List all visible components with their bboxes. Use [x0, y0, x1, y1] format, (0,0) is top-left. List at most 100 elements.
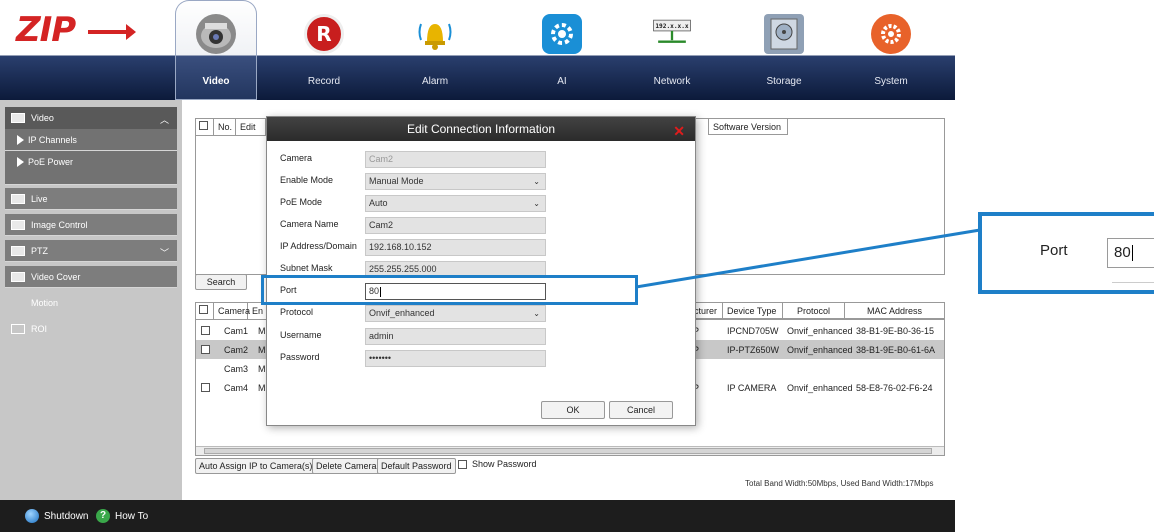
- field-label: Enable Mode: [280, 175, 334, 185]
- horizontal-scrollbar[interactable]: [196, 446, 944, 455]
- scrollbar-thumb[interactable]: [204, 448, 932, 454]
- nav-alarm[interactable]: Alarm: [394, 0, 476, 100]
- help-icon: ?: [96, 509, 110, 523]
- select-all-checkbox[interactable]: [199, 121, 208, 130]
- sidebar-item-label: Live: [31, 193, 48, 204]
- sidebar-item-label: PoE Power: [28, 157, 74, 167]
- nav-ai[interactable]: AI: [521, 0, 603, 100]
- zoom-port-input: 80: [1107, 238, 1154, 268]
- shutdown-button[interactable]: Shutdown: [25, 509, 88, 523]
- zip-logo: ZIP: [10, 8, 136, 52]
- sidebar-item-video-cover[interactable]: Video Cover: [5, 266, 177, 288]
- zoom-port-value: 80: [1114, 244, 1131, 261]
- cell-camera: Cam3: [224, 363, 249, 374]
- ai-head-icon: [542, 14, 582, 54]
- hard-drive-icon: [764, 14, 804, 54]
- cancel-button[interactable]: Cancel: [609, 401, 673, 419]
- nav-label: Alarm: [421, 76, 449, 87]
- nav-storage[interactable]: Storage: [743, 0, 825, 100]
- sidebar-header-label: Video: [31, 113, 54, 123]
- camera-icon: [196, 14, 236, 54]
- svg-text:192.x.x.x: 192.x.x.x: [655, 23, 689, 30]
- camera-name-input[interactable]: Cam2: [365, 217, 546, 234]
- zoom-port-label: Port: [1040, 242, 1068, 259]
- text-caret: [1131, 245, 1133, 262]
- field-value: Manual Mode: [369, 176, 424, 186]
- dialog-title-bar: Edit Connection Information ✕: [267, 117, 695, 141]
- sidebar-item-live[interactable]: Live: [5, 188, 177, 210]
- bandwidth-status: Total Band Width:50Mbps, Used Band Width…: [745, 479, 934, 488]
- column-header-no: No.: [214, 119, 236, 135]
- row-checkbox[interactable]: [201, 326, 210, 335]
- field-label: PoE Mode: [280, 197, 323, 207]
- nav-label: Video: [202, 76, 230, 87]
- auto-assign-ip-button[interactable]: Auto Assign IP to Camera(s): [195, 458, 317, 474]
- nav-label: System: [874, 76, 908, 87]
- sidebar-item-ptz[interactable]: PTZ ﹀: [5, 240, 177, 262]
- roi-icon: [11, 324, 25, 334]
- chevron-down-icon: ⌄: [533, 309, 540, 318]
- edit-connection-dialog: Edit Connection Information ✕ Camera Cam…: [266, 116, 696, 426]
- nav-record[interactable]: R Record: [283, 0, 365, 100]
- callout-connector: [636, 228, 981, 289]
- nav-label: Record: [307, 76, 341, 87]
- sidebar-item-label: PTZ: [31, 245, 48, 256]
- nav-system[interactable]: System: [850, 0, 932, 100]
- arrow-right-icon: [17, 134, 24, 145]
- sidebar-item-image-control[interactable]: Image Control: [5, 214, 177, 236]
- main-nav: Video R Record Alarm AI 192.x.x.x Networ…: [175, 0, 955, 100]
- protocol-select[interactable]: Onvif_enhanced ⌄: [365, 305, 546, 322]
- cell-mac: 38-B1-9E-B0-61-6A: [856, 344, 936, 355]
- field-value: Onvif_enhanced: [369, 308, 435, 318]
- sidebar-item-label: IP Channels: [28, 134, 77, 145]
- cell-protocol: Onvif_enhanced: [787, 325, 853, 336]
- sidebar-item-roi[interactable]: ROI: [5, 318, 177, 340]
- field-label: Password: [280, 352, 320, 362]
- column-header-enable: En: [248, 303, 268, 319]
- row-checkbox[interactable]: [201, 345, 210, 354]
- how-to-button[interactable]: ? How To: [96, 509, 148, 523]
- sidebar-item-ip-channels[interactable]: IP Channels: [5, 129, 177, 151]
- ok-button[interactable]: OK: [541, 401, 605, 419]
- delete-camera-button[interactable]: Delete Camera: [312, 458, 381, 474]
- cell-enable: M: [258, 363, 266, 374]
- chevron-down-icon: ﹀: [159, 248, 169, 258]
- sidebar-item-poe-power[interactable]: PoE Power: [5, 151, 177, 185]
- field-label: Protocol: [280, 307, 314, 317]
- password-input[interactable]: •••••••: [365, 350, 546, 367]
- chevron-up-icon: ︿: [159, 115, 169, 125]
- top-header: ZIP Video R Record Alarm AI 192.x.x.x Ne…: [0, 0, 955, 100]
- row-checkbox[interactable]: [201, 383, 210, 392]
- power-icon: [25, 509, 39, 523]
- field-value: 255.255.255.000: [369, 264, 437, 274]
- sidebar-item-motion[interactable]: Motion: [5, 292, 177, 314]
- show-password-checkbox[interactable]: [458, 460, 467, 469]
- cell-enable: M: [258, 325, 266, 336]
- chevron-down-icon: ⌄: [533, 199, 540, 208]
- footer-bar: Shutdown ? How To: [0, 500, 955, 532]
- nav-network[interactable]: 192.x.x.x Network: [631, 0, 713, 100]
- search-button[interactable]: Search: [195, 274, 247, 290]
- sidebar-header-video[interactable]: Video ︿: [5, 107, 177, 129]
- field-value: •••••••: [369, 353, 392, 363]
- cell-enable: M: [258, 344, 266, 355]
- cell-camera: Cam1: [224, 325, 249, 336]
- close-icon[interactable]: ✕: [673, 119, 685, 143]
- record-icon: R: [304, 14, 344, 54]
- poe-mode-select[interactable]: Auto ⌄: [365, 195, 546, 212]
- nav-video[interactable]: Video: [175, 0, 257, 100]
- username-input[interactable]: admin: [365, 328, 546, 345]
- select-all-checkbox-cell: [196, 303, 214, 319]
- field-value: Auto: [369, 198, 388, 208]
- default-password-button[interactable]: Default Password: [377, 458, 456, 474]
- cell-enable: M: [258, 382, 266, 393]
- column-header-protocol: Protocol: [783, 303, 845, 319]
- ip-address-input[interactable]: 192.168.10.152: [365, 239, 546, 256]
- enable-mode-select[interactable]: Manual Mode ⌄: [365, 173, 546, 190]
- cell-protocol: Onvif_enhanced: [787, 344, 853, 355]
- column-header-device-type: Device Type: [723, 303, 783, 319]
- chevron-down-icon: ⌄: [533, 177, 540, 186]
- image-icon: [11, 219, 25, 230]
- field-label: IP Address/Domain: [280, 241, 357, 251]
- select-all-checkbox[interactable]: [199, 305, 208, 314]
